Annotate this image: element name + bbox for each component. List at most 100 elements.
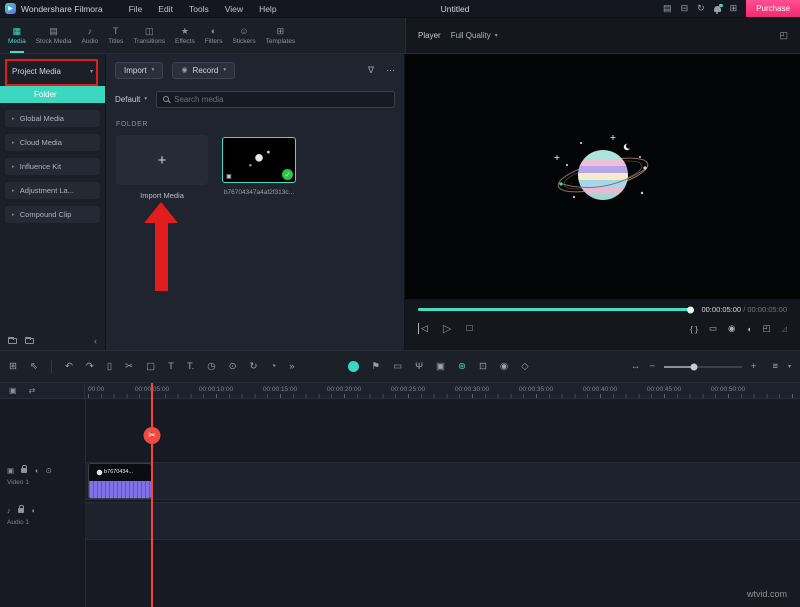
import-button[interactable]: Import ▾	[115, 62, 163, 79]
zoom-fit-icon[interactable]: ↔	[631, 361, 641, 372]
screen-record-icon[interactable]: ▣	[436, 362, 445, 372]
timeline-collapse-icon[interactable]: ▾	[788, 363, 791, 370]
tab-effects[interactable]: ★ Effects	[170, 18, 200, 53]
undo-icon[interactable]: ↶	[65, 362, 73, 372]
import-media-card[interactable]: +	[116, 135, 208, 185]
duration-tool-icon[interactable]: ◔	[271, 362, 277, 372]
speed-tool-icon[interactable]: ◷	[207, 362, 215, 372]
zoom-out-icon[interactable]: −	[649, 361, 655, 372]
crop-icon[interactable]: ▢	[146, 362, 155, 372]
sync-icon[interactable]: ↻	[697, 4, 705, 13]
capture-icon[interactable]: ⊟	[681, 4, 689, 13]
timeline-clip[interactable]: b7670434...	[88, 463, 152, 499]
sidebar-item-compound-clip[interactable]: ▸ Compound Clip	[5, 206, 100, 223]
comment-icon[interactable]: ▭	[393, 362, 402, 372]
render-preview-button[interactable]	[348, 361, 359, 372]
ruler-label: 00:00:20:00	[327, 386, 361, 393]
seek-handle[interactable]	[687, 306, 694, 313]
sidebar-item-adjustment-layer[interactable]: ▸ Adjustment La...	[5, 182, 100, 199]
mute-track-icon[interactable]: ◖	[31, 506, 36, 515]
tab-media[interactable]: ▦ Media	[3, 18, 31, 53]
menu-tools[interactable]: Tools	[189, 4, 209, 14]
sidebar-item-folder[interactable]: Folder	[0, 86, 105, 103]
playhead[interactable]	[151, 383, 153, 607]
quality-dropdown[interactable]: Full Quality ▾	[451, 31, 498, 40]
sidebar-item-project-media[interactable]: Project Media ▾	[0, 56, 105, 86]
tab-audio[interactable]: ♪ Audio	[77, 18, 104, 53]
sidebar-item-global-media[interactable]: ▸ Global Media	[5, 110, 100, 127]
pip-icon[interactable]: ⊡	[479, 362, 487, 372]
title-tool-icon[interactable]: T	[168, 362, 174, 372]
mute-track-icon[interactable]: ◖	[34, 466, 39, 475]
purchase-button[interactable]: Purchase	[746, 0, 800, 17]
apps-grid-icon[interactable]: ⊞	[730, 4, 738, 13]
marker-icon[interactable]: ⚑	[372, 362, 381, 372]
sidebar-item-influence-kit[interactable]: ▸ Influence Kit	[5, 158, 100, 175]
redo-icon[interactable]: ↷	[86, 362, 94, 372]
mark-in-out-icon[interactable]: { }	[690, 324, 698, 334]
delete-icon[interactable]: ▯	[107, 362, 112, 372]
keyframe-icon[interactable]: ◇	[521, 362, 528, 372]
zoom-in-icon[interactable]: +	[751, 361, 757, 372]
menu-view[interactable]: View	[225, 4, 243, 14]
fullscreen-icon[interactable]: ◰	[763, 323, 771, 334]
sidebar-item-cloud-media[interactable]: ▸ Cloud Media	[5, 134, 100, 151]
stop-button[interactable]: □	[466, 323, 472, 334]
new-folder-icon[interactable]	[8, 338, 17, 344]
resize-corner-icon[interactable]: ◿	[782, 325, 787, 333]
image-type-icon: ▣	[226, 174, 232, 180]
menu-edit[interactable]: Edit	[158, 4, 173, 14]
more-options-icon[interactable]: ⋯	[386, 65, 395, 76]
link-clips-icon[interactable]: ⇄	[29, 386, 36, 395]
mirror-display-icon[interactable]: ▭	[709, 323, 717, 334]
audio-track-lane[interactable]	[85, 502, 800, 540]
video-track-lane[interactable]	[85, 462, 800, 500]
menu-help[interactable]: Help	[259, 4, 276, 14]
chroma-tool-icon[interactable]: ⊙	[229, 362, 237, 372]
tab-filters[interactable]: ◐ Filters	[200, 18, 228, 53]
snapshot-icon[interactable]: ◉	[728, 323, 735, 334]
layout-icon[interactable]: ▤	[663, 4, 672, 13]
bell-icon[interactable]	[714, 6, 721, 12]
split-icon[interactable]: ✂	[125, 362, 133, 372]
search-box[interactable]	[156, 91, 395, 108]
sort-dropdown[interactable]: Default ▾	[115, 95, 147, 104]
tab-templates[interactable]: ⊞ Templates	[261, 18, 301, 53]
previous-frame-button[interactable]: ◁	[418, 323, 428, 334]
play-button[interactable]: ▷	[443, 322, 451, 335]
zoom-slider[interactable]	[664, 366, 742, 368]
timeline-media-icon[interactable]: ▣	[9, 386, 17, 395]
rotate-tool-icon[interactable]: ↻	[250, 362, 258, 372]
main-area: Project Media ▾ Folder ▸ Global Media ▸ …	[0, 54, 800, 350]
seek-bar[interactable]	[418, 308, 691, 311]
lock-track-icon[interactable]	[21, 468, 27, 473]
media-thumbnail[interactable]: ▣ ✓	[222, 137, 296, 183]
zoom-slider-handle[interactable]	[690, 363, 697, 370]
menu-file[interactable]: File	[129, 4, 143, 14]
menu-bar: File Edit Tools View Help	[121, 4, 285, 14]
time-ruler[interactable]: 00:00 00:00:05:00 00:00:10:00 00:00:15:0…	[85, 383, 800, 398]
track-manager-icon[interactable]: ≡	[772, 361, 778, 372]
more-tools-icon[interactable]: »	[289, 362, 294, 372]
tab-stock-media[interactable]: ▤ Stock Media	[31, 18, 77, 53]
tab-stickers[interactable]: ☺ Stickers	[227, 18, 260, 53]
tab-transitions[interactable]: ◫ Transitions	[128, 18, 170, 53]
expand-player-icon[interactable]: ◰	[779, 30, 788, 41]
preview-stage[interactable]	[405, 54, 800, 299]
tab-titles[interactable]: T Titles	[103, 18, 128, 53]
filter-icon[interactable]: ∇	[368, 65, 374, 76]
delete-folder-icon[interactable]	[25, 338, 34, 344]
search-input[interactable]	[174, 95, 388, 104]
split-scissors-badge[interactable]: ✂	[144, 427, 161, 444]
collapse-sidebar-icon[interactable]: ‹	[94, 336, 97, 346]
volume-icon[interactable]: ◖	[746, 324, 751, 334]
lock-track-icon[interactable]	[18, 508, 24, 513]
tracks-grid-icon[interactable]: ⊞	[9, 362, 17, 372]
record-button[interactable]: ◉ Record ▾	[172, 62, 235, 79]
voiceover-mic-icon[interactable]: Ψ	[415, 362, 423, 372]
snapshot-frame-icon[interactable]: ◉	[500, 362, 508, 372]
select-tool-icon[interactable]: ⇖	[30, 362, 38, 372]
chroma-key-icon[interactable]: ⊛	[458, 362, 466, 372]
hide-track-icon[interactable]: ⊙	[46, 466, 52, 475]
subtitle-tool-icon[interactable]: T.	[187, 362, 194, 372]
